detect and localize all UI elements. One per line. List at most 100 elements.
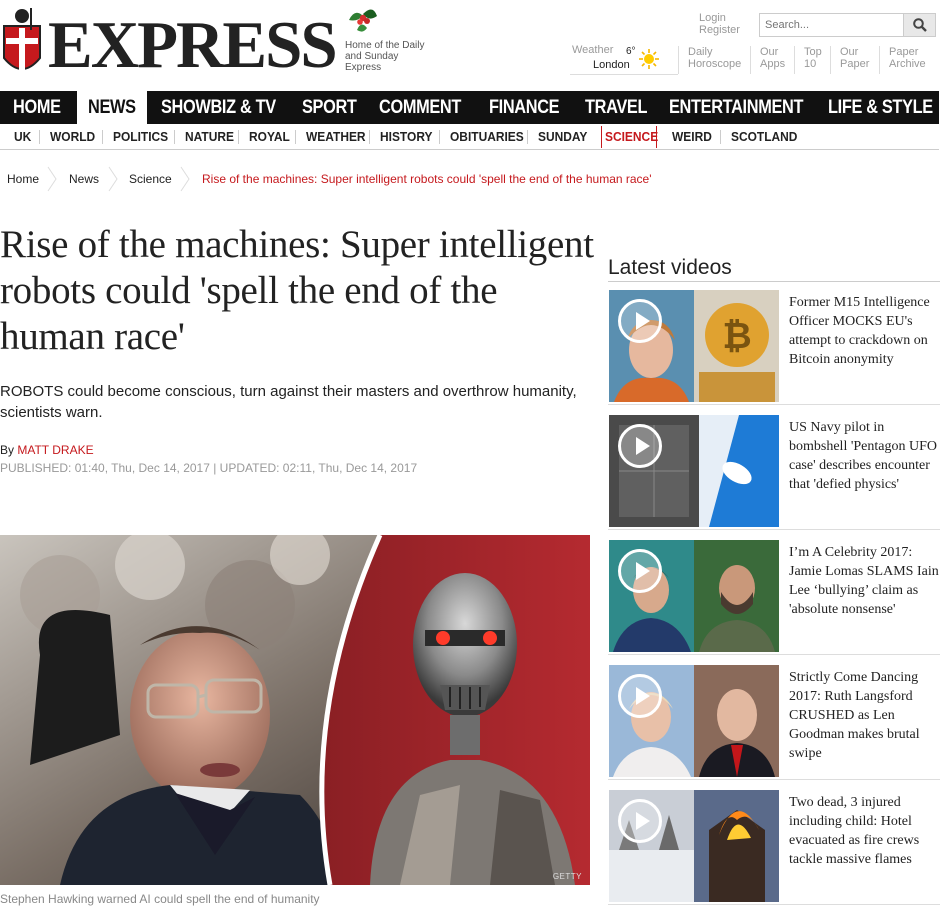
subnav-uk[interactable]: UK: [14, 124, 31, 150]
subnav-history[interactable]: HISTORY: [380, 124, 433, 150]
play-icon[interactable]: [618, 299, 662, 343]
nav-showbiz-tv[interactable]: SHOWBIZ & TV: [161, 91, 276, 124]
subnav-weather[interactable]: WEATHER: [306, 124, 366, 150]
horoscope-label-1: Daily: [688, 46, 713, 58]
site-logo[interactable]: EXPRESS: [48, 2, 338, 88]
weather-widget[interactable]: Weather 6° London: [568, 44, 674, 74]
divider: [174, 130, 175, 144]
divider: [295, 130, 296, 144]
video-thumbnail[interactable]: [609, 790, 779, 902]
video-title[interactable]: I’m A Celebrity 2017: Jamie Lomas SLAMS …: [789, 543, 941, 619]
latest-videos-heading: Latest videos: [608, 256, 940, 282]
play-icon[interactable]: [618, 424, 662, 468]
nav-finance[interactable]: FINANCE: [489, 91, 560, 124]
video-card[interactable]: Strictly Come Dancing 2017: Ruth Langsfo…: [608, 665, 940, 780]
byline-prefix: By: [0, 443, 15, 457]
nav-entertainment[interactable]: ENTERTAINMENT: [669, 91, 803, 124]
video-thumbnail[interactable]: [609, 540, 779, 652]
divider: [102, 130, 103, 144]
register-link[interactable]: Register: [699, 24, 740, 36]
chevron-right-icon: [47, 166, 57, 192]
primary-nav: HOME NEWS SHOWBIZ & TV SPORT COMMENT FIN…: [0, 91, 939, 124]
video-thumbnail[interactable]: [609, 415, 779, 527]
search-box: [759, 13, 936, 37]
divider: [720, 130, 721, 144]
search-icon: [913, 18, 927, 32]
nav-travel[interactable]: TRAVEL: [585, 91, 647, 124]
video-thumbnail[interactable]: ₿: [609, 290, 779, 402]
publish-date: PUBLISHED: 01:40, Thu, Dec 14, 2017 | UP…: [0, 461, 418, 475]
weather-temp: 6°: [626, 46, 636, 57]
breadcrumb: Home News Science Rise of the machines: …: [0, 163, 700, 193]
video-title[interactable]: Two dead, 3 injured including child: Hot…: [789, 793, 941, 869]
play-icon[interactable]: [618, 549, 662, 593]
video-title[interactable]: Former M15 Intelligence Officer MOCKS EU…: [789, 293, 941, 369]
chevron-right-icon: [180, 166, 190, 192]
paper-archive-label-1: Paper: [889, 46, 919, 58]
divider: [369, 130, 370, 144]
divider: [439, 130, 440, 144]
subnav-weird[interactable]: WEIRD: [672, 124, 712, 150]
video-card[interactable]: ₿ Former M15 Intelligence Officer MOCKS …: [608, 290, 940, 405]
subnav-royal[interactable]: ROYAL: [249, 124, 290, 150]
top10-label-1: Top: [804, 46, 822, 58]
top10-link[interactable]: Top 10: [794, 46, 822, 74]
masthead: EXPRESS Home of the Daily and Sunday Exp…: [0, 0, 947, 90]
nav-life-style[interactable]: LIFE & STYLE: [828, 91, 933, 124]
horoscope-link[interactable]: Daily Horoscope: [678, 46, 741, 74]
nav-comment[interactable]: COMMENT: [379, 91, 461, 124]
video-thumbnail[interactable]: [609, 665, 779, 777]
video-title[interactable]: Strictly Come Dancing 2017: Ruth Langsfo…: [789, 668, 941, 763]
search-button[interactable]: [903, 14, 935, 36]
breadcrumb-current: Rise of the machines: Super intelligent …: [202, 172, 652, 186]
play-icon[interactable]: [618, 674, 662, 718]
byline: By MATT DRAKE: [0, 443, 94, 457]
secondary-nav: UK WORLD POLITICS NATURE ROYAL WEATHER H…: [0, 124, 939, 150]
nav-news[interactable]: NEWS: [88, 91, 136, 124]
search-input[interactable]: [760, 14, 903, 36]
our-paper-link[interactable]: Our Paper: [830, 46, 869, 74]
horoscope-label-2: Horoscope: [688, 58, 742, 70]
paper-archive-link[interactable]: Paper Archive: [879, 46, 926, 74]
subnav-scotland[interactable]: SCOTLAND: [731, 124, 797, 150]
subnav-nature[interactable]: NATURE: [185, 124, 234, 150]
nav-sport[interactable]: SPORT: [302, 91, 357, 124]
login-link[interactable]: Login: [699, 12, 740, 24]
play-icon[interactable]: [618, 799, 662, 843]
apps-link[interactable]: Our Apps: [750, 46, 785, 74]
sun-icon: [639, 49, 659, 69]
tagline: Home of the Daily and Sunday Express: [345, 40, 425, 73]
divider: [238, 130, 239, 144]
crusader-logo-icon[interactable]: [0, 6, 44, 82]
image-credit: GETTY: [552, 872, 582, 881]
video-card[interactable]: Two dead, 3 injured including child: Hot…: [608, 790, 940, 905]
breadcrumb-home[interactable]: Home: [7, 172, 39, 186]
breadcrumb-science[interactable]: Science: [129, 172, 172, 186]
account-links: Login Register: [699, 12, 740, 36]
nav-home[interactable]: HOME: [13, 91, 61, 124]
divider: [39, 130, 40, 144]
video-title[interactable]: US Navy pilot in bombshell 'Pentagon UFO…: [789, 418, 941, 494]
svg-text:₿: ₿: [722, 315, 751, 356]
divider: [527, 130, 528, 144]
video-card[interactable]: US Navy pilot in bombshell 'Pentagon UFO…: [608, 415, 940, 530]
video-card[interactable]: I’m A Celebrity 2017: Jamie Lomas SLAMS …: [608, 540, 940, 655]
weather-city: London: [593, 59, 630, 71]
subnav-obituaries[interactable]: OBITUARIES: [450, 124, 524, 150]
apps-label-1: Our: [760, 46, 779, 58]
divider: [570, 74, 678, 75]
apps-label-2: Apps: [760, 58, 786, 70]
article-standfirst: ROBOTS could become conscious, turn agai…: [0, 383, 577, 421]
article-headline: Rise of the machines: Super intelligent …: [0, 223, 594, 358]
author-link[interactable]: MATT DRAKE: [17, 443, 93, 457]
subnav-world[interactable]: WORLD: [50, 124, 95, 150]
subnav-sunday[interactable]: SUNDAY: [538, 124, 587, 150]
subnav-politics[interactable]: POLITICS: [113, 124, 168, 150]
hero-photo: [0, 535, 590, 885]
our-paper-label-1: Our: [840, 46, 859, 58]
hero-image[interactable]: GETTY: [0, 535, 590, 885]
subnav-science[interactable]: SCIENCE: [605, 124, 658, 150]
breadcrumb-news[interactable]: News: [69, 172, 99, 186]
weather-label: Weather: [572, 44, 614, 56]
paper-archive-label-2: Archive: [889, 58, 926, 70]
